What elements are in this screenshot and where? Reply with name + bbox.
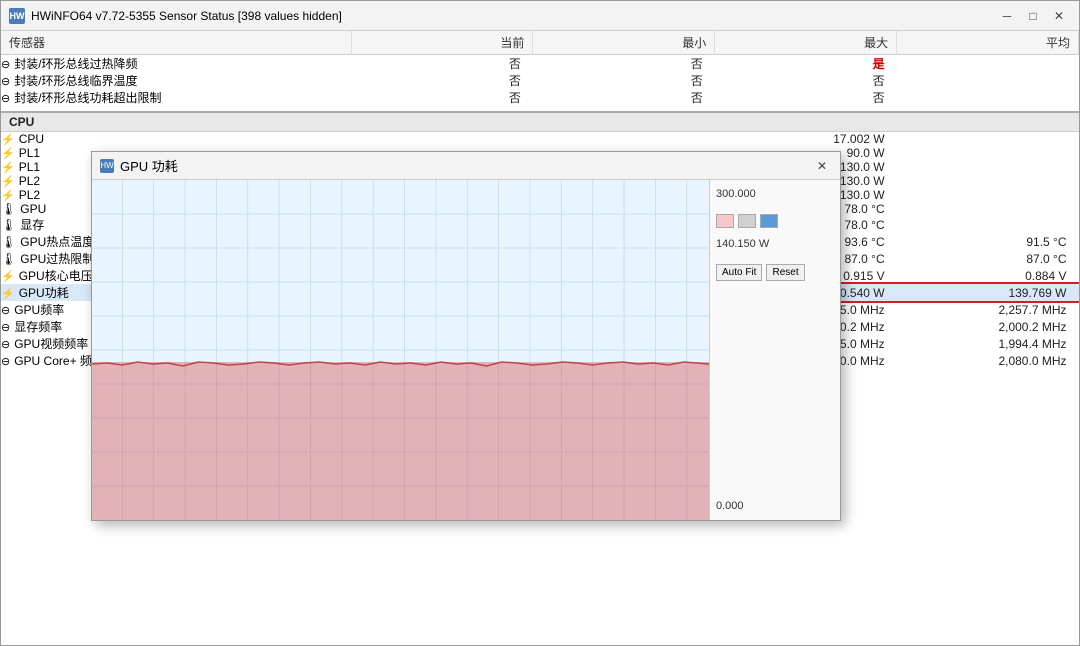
avg-value [897,160,1079,174]
bolt-icon [1,269,15,283]
avg-value: 2,000.2 MHz [897,318,1079,335]
max-value: 否 [715,89,897,106]
circle-minus-icon [1,303,10,317]
current-value: 否 [351,89,533,106]
table-row: 封装/环形总线过热降频 否 否 是 [1,55,1079,73]
col-min: 最小 [533,31,715,55]
title-bar: HW HWiNFO64 v7.72-5355 Sensor Status [39… [1,1,1079,31]
avg-value [897,188,1079,202]
chart-min-value: 0.000 [716,500,834,512]
current-value: 否 [351,55,533,73]
table-row: CPU [1,112,1079,132]
thermometer-icon: 🌡 [1,218,16,232]
table-row: 封装/环形总线临界温度 否 否 否 [1,72,1079,89]
avg-value [897,132,1079,147]
popup-title-left: HW GPU 功耗 [100,156,178,175]
chart-svg [92,180,709,520]
swatch-blue [760,214,778,228]
bolt-icon [1,174,15,188]
bolt-icon [1,188,15,202]
popup-app-icon: HW [100,159,114,173]
autofit-reset-controls: Auto Fit Reset [716,264,834,281]
max-value: 17.002 W [715,132,897,147]
bolt-icon [1,286,15,300]
circle-minus-icon [1,354,10,368]
avg-value [897,72,1079,89]
current-value: 否 [351,72,533,89]
col-sensor: 传感器 [1,31,351,55]
min-value: 否 [533,55,715,73]
avg-value [897,202,1079,216]
sensor-label: 封装/环形总线过热降频 [1,55,351,73]
max-value: 是 [715,55,897,73]
thermometer-icon: 🌡 [1,235,16,249]
min-value [533,132,715,147]
thermometer-icon: 🌡 [1,202,16,216]
min-value: 否 [533,72,715,89]
swatch-gray [738,214,756,228]
circle-minus-icon [1,57,10,71]
maximize-button[interactable]: □ [1021,6,1045,26]
min-value: 否 [533,89,715,106]
sensor-label: CPU [1,132,351,147]
popup-title-bar: HW GPU 功耗 ✕ [92,152,840,180]
app-icon: HW [9,8,25,24]
main-window: HW HWiNFO64 v7.72-5355 Sensor Status [39… [0,0,1080,646]
gpu-power-popup: HW GPU 功耗 ✕ [91,151,841,521]
title-bar-left: HW HWiNFO64 v7.72-5355 Sensor Status [39… [9,8,342,24]
swatch-pink [716,214,734,228]
avg-value: 91.5 °C [897,233,1079,250]
table-row: 封装/环形总线功耗超出限制 否 否 否 [1,89,1079,106]
sensor-label: 封装/环形总线功耗超出限制 [1,89,351,106]
avg-value [897,55,1079,73]
col-max: 最大 [715,31,897,55]
col-current: 当前 [351,31,533,55]
max-value: 否 [715,72,897,89]
avg-value: 0.884 V [897,267,1079,284]
avg-value: 2,080.0 MHz [897,352,1079,369]
window-controls: ─ □ ✕ [995,6,1071,26]
auto-fit-button[interactable]: Auto Fit [716,264,762,281]
col-avg: 平均 [897,31,1079,55]
minimize-button[interactable]: ─ [995,6,1019,26]
bolt-icon [1,132,15,146]
avg-value: 1,994.4 MHz [897,335,1079,352]
chart-sidebar: 300.000 140.150 W Auto Fit Reset 0.000 [710,180,840,520]
reset-button[interactable]: Reset [766,264,804,281]
section-header-label: CPU [1,112,1079,132]
chart-current-value: 140.150 W [716,238,834,250]
avg-value: 2,257.7 MHz [897,301,1079,318]
avg-value [897,216,1079,233]
avg-value: 87.0 °C [897,250,1079,267]
bolt-icon [1,146,15,160]
table-row: CPU 17.002 W [1,132,1079,147]
chart-area [92,180,710,520]
window-title: HWiNFO64 v7.72-5355 Sensor Status [398 v… [31,9,342,23]
avg-value [897,146,1079,160]
legend-swatches [716,214,834,228]
circle-minus-icon [1,91,10,105]
popup-content: 300.000 140.150 W Auto Fit Reset 0.000 [92,180,840,520]
chart-max-value: 300.000 [716,188,834,200]
thermometer-icon: 🌡 [1,252,16,266]
circle-minus-icon [1,74,10,88]
bolt-icon [1,160,15,174]
circle-minus-icon [1,320,10,334]
circle-minus-icon [1,337,10,351]
avg-value: 139.769 W [897,284,1079,301]
close-button[interactable]: ✕ [1047,6,1071,26]
current-value [351,132,533,147]
popup-title-text: GPU 功耗 [120,156,178,175]
avg-value [897,174,1079,188]
sensor-label: 封装/环形总线临界温度 [1,72,351,89]
popup-close-button[interactable]: ✕ [812,157,832,175]
avg-value [897,89,1079,106]
